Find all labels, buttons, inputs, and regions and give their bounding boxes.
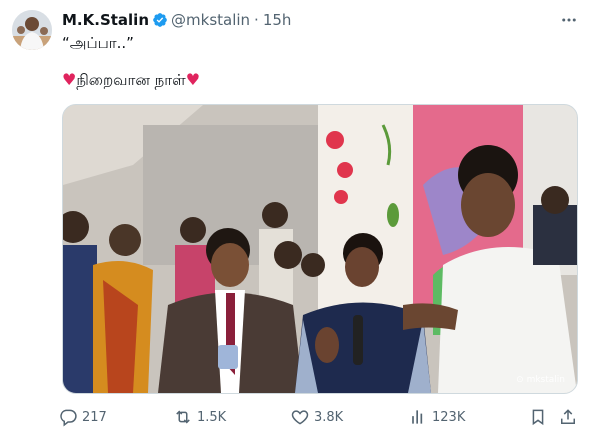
- like-button[interactable]: 3.8K: [290, 404, 343, 430]
- tweet-media-image[interactable]: ⊙ mkstalin: [62, 104, 578, 394]
- share-icon: [558, 407, 578, 427]
- heart-emoji-icon: ♥: [185, 70, 201, 89]
- retweet-count: 1.5K: [197, 409, 227, 425]
- reply-icon: [58, 407, 78, 427]
- views-count: 123K: [432, 409, 466, 425]
- like-count: 3.8K: [314, 409, 344, 425]
- tweet-text-tamil: நிறைவான நாள்: [76, 71, 186, 89]
- tweet-header: M.K.Stalin @mkstalin · 15h: [62, 10, 291, 30]
- tweet[interactable]: M.K.Stalin @mkstalin · 15h “அப்பா..” ♥ ந…: [0, 0, 590, 438]
- heart-emoji-icon: ♥: [62, 70, 77, 89]
- heart-icon: [290, 407, 310, 427]
- tweet-actions-bar: 217 1.5K 3.8K 123K: [58, 404, 584, 430]
- tweet-text-line1: “அப்பா..”: [62, 34, 134, 52]
- separator-dot: ·: [254, 11, 259, 29]
- tweet-text-line2: ♥ நிறைவான நாள் ♥: [62, 70, 200, 90]
- tweet-timestamp[interactable]: 15h: [263, 11, 292, 29]
- verified-badge-icon: [152, 12, 168, 28]
- share-button[interactable]: [558, 404, 582, 430]
- avatar[interactable]: [12, 10, 52, 50]
- author-name[interactable]: M.K.Stalin: [62, 11, 149, 29]
- bookmark-button[interactable]: [528, 404, 552, 430]
- retweet-icon: [173, 407, 193, 427]
- author-handle[interactable]: @mkstalin: [171, 11, 250, 29]
- reply-count: 217: [82, 409, 107, 425]
- reply-button[interactable]: 217: [58, 404, 107, 430]
- media-watermark: ⊙ mkstalin: [516, 375, 565, 385]
- more-options-icon[interactable]: [558, 10, 580, 30]
- bookmark-icon: [528, 407, 548, 427]
- retweet-button[interactable]: 1.5K: [173, 404, 226, 430]
- analytics-icon: [408, 407, 428, 427]
- views-button[interactable]: 123K: [408, 404, 465, 430]
